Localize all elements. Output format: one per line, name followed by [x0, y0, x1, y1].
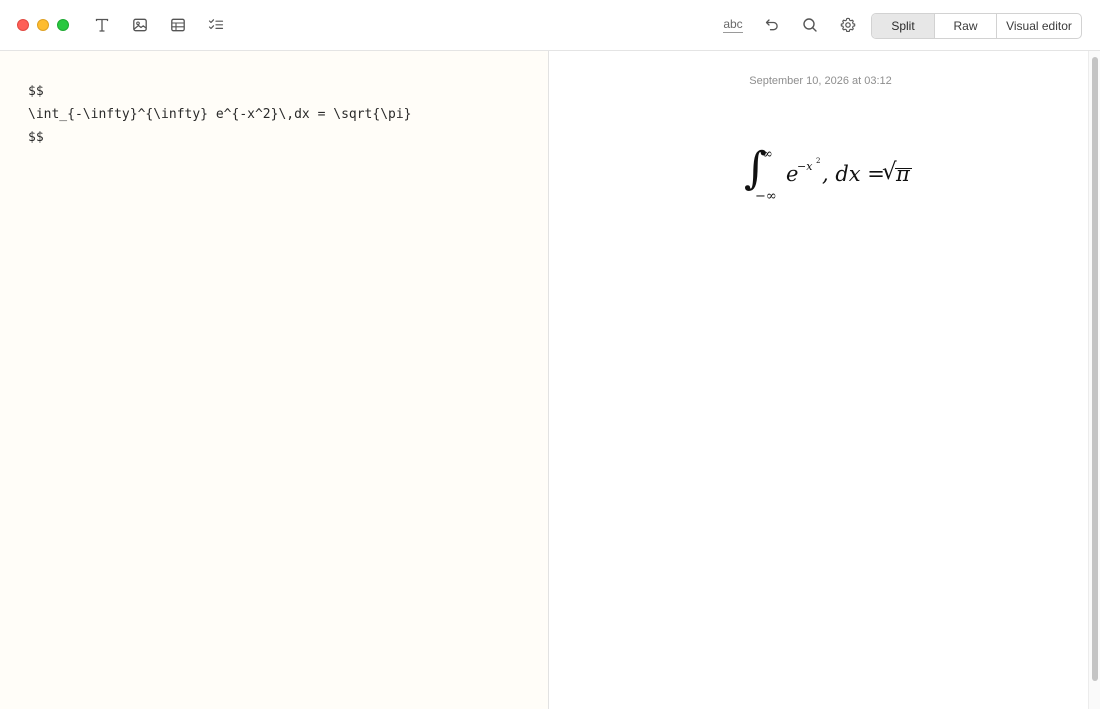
insert-image-button[interactable]: [129, 14, 151, 36]
rendered-formula: ∫ ∞ −∞ e −x 2 , dx = √ π: [744, 143, 916, 209]
zoom-window-button[interactable]: [57, 19, 69, 31]
scrollbar-thumb[interactable]: [1092, 57, 1098, 681]
formula-exponent: −x: [797, 160, 813, 173]
undo-icon: [765, 19, 778, 31]
preview-pane: September 10, 2026 at 03:12 ∫ ∞ −∞ e −x …: [550, 51, 1088, 709]
close-window-button[interactable]: [17, 19, 29, 31]
app-window: abc Split Raw Visual editor $$ \int_{-\i…: [0, 0, 1100, 709]
gear-icon: [840, 17, 856, 32]
formula-exponent-power: 2: [816, 157, 821, 165]
insert-checklist-button[interactable]: [205, 14, 227, 36]
text-format-icon: [95, 18, 109, 32]
markdown-editor-pane[interactable]: $$ \int_{-\infty}^{\infty} e^{-x^2}\,dx …: [0, 51, 549, 709]
spellcheck-button[interactable]: abc: [721, 15, 745, 35]
integral-upper-limit: ∞: [762, 147, 773, 162]
preview-scrollbar[interactable]: [1088, 51, 1100, 709]
editor-text[interactable]: $$ \int_{-\infty}^{\infty} e^{-x^2}\,dx …: [28, 80, 412, 149]
settings-button[interactable]: [837, 14, 859, 36]
toolbar: abc Split Raw Visual editor: [0, 0, 1100, 51]
image-icon: [133, 18, 147, 32]
checklist-icon: [208, 19, 224, 30]
integral-lower-limit: −∞: [755, 189, 777, 204]
text-format-button[interactable]: [91, 14, 113, 36]
insert-table-button[interactable]: [167, 14, 189, 36]
visual-editor-button[interactable]: Visual editor: [996, 14, 1081, 38]
split-view-button[interactable]: Split: [872, 14, 934, 38]
radicand: π: [896, 162, 910, 186]
undo-button[interactable]: [761, 14, 783, 36]
note-timestamp: September 10, 2026 at 03:12: [749, 75, 892, 87]
search-button[interactable]: [799, 14, 821, 36]
minimize-window-button[interactable]: [37, 19, 49, 31]
formula-middle: , dx =: [822, 162, 885, 186]
table-icon: [171, 18, 185, 32]
radical-sign: √: [882, 159, 897, 185]
raw-view-button[interactable]: Raw: [934, 14, 996, 38]
search-icon: [803, 18, 817, 32]
spellcheck-label: abc: [723, 16, 743, 33]
view-mode-switcher: Split Raw Visual editor: [871, 13, 1082, 39]
